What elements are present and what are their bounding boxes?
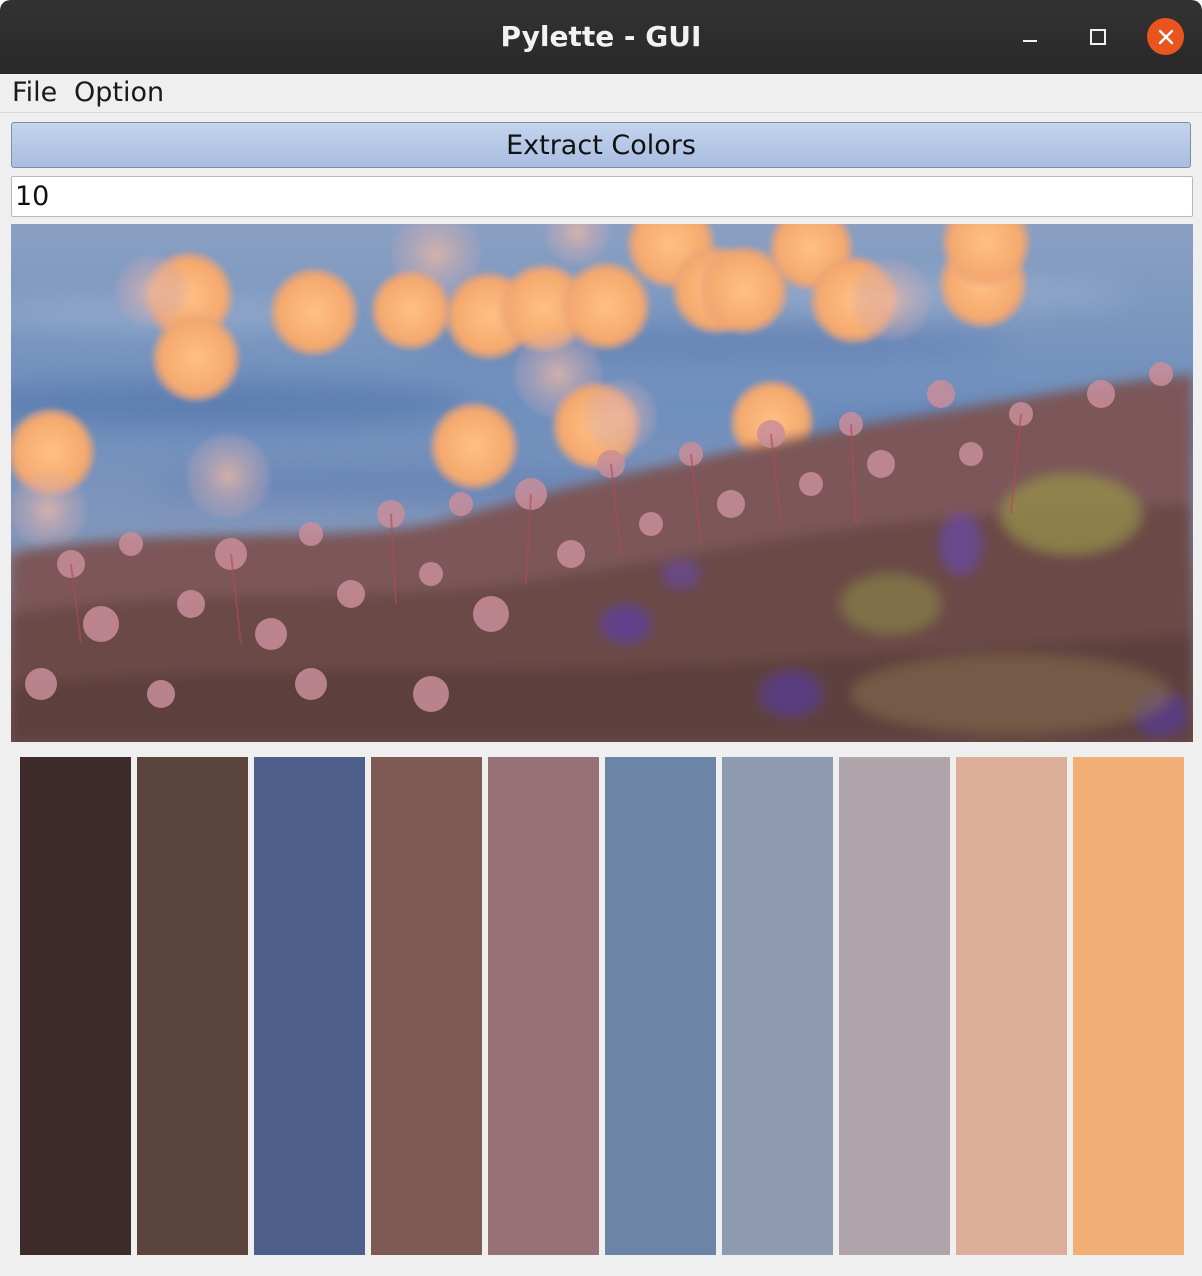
color-count-input[interactable]: 10: [11, 176, 1193, 217]
palette-swatch: [254, 757, 365, 1255]
palette-swatch: [1073, 757, 1184, 1255]
menu-bar: File Option: [0, 74, 1202, 113]
extract-colors-button[interactable]: Extract Colors: [11, 122, 1191, 168]
app-window: Pylette - GUI File Option Extract Colors…: [0, 0, 1202, 1276]
palette-swatch: [371, 757, 482, 1255]
palette-swatch: [839, 757, 950, 1255]
minimize-icon: [1023, 40, 1037, 42]
menu-file[interactable]: File: [12, 76, 57, 110]
maximize-icon: [1090, 29, 1106, 45]
close-icon: [1158, 29, 1173, 44]
palette-swatch: [137, 757, 248, 1255]
palette-swatch: [20, 757, 131, 1255]
palette-swatch: [956, 757, 1067, 1255]
source-image-graphic: [11, 224, 1193, 742]
palette-swatch: [722, 757, 833, 1255]
source-image: [11, 224, 1193, 742]
menu-option[interactable]: Option: [74, 76, 164, 110]
palette-swatch: [605, 757, 716, 1255]
close-button[interactable]: [1147, 18, 1184, 55]
minimize-button[interactable]: [1011, 18, 1049, 56]
palette-swatch: [488, 757, 599, 1255]
title-bar: Pylette - GUI: [0, 0, 1202, 74]
color-palette: [20, 757, 1184, 1255]
maximize-button[interactable]: [1079, 18, 1117, 56]
